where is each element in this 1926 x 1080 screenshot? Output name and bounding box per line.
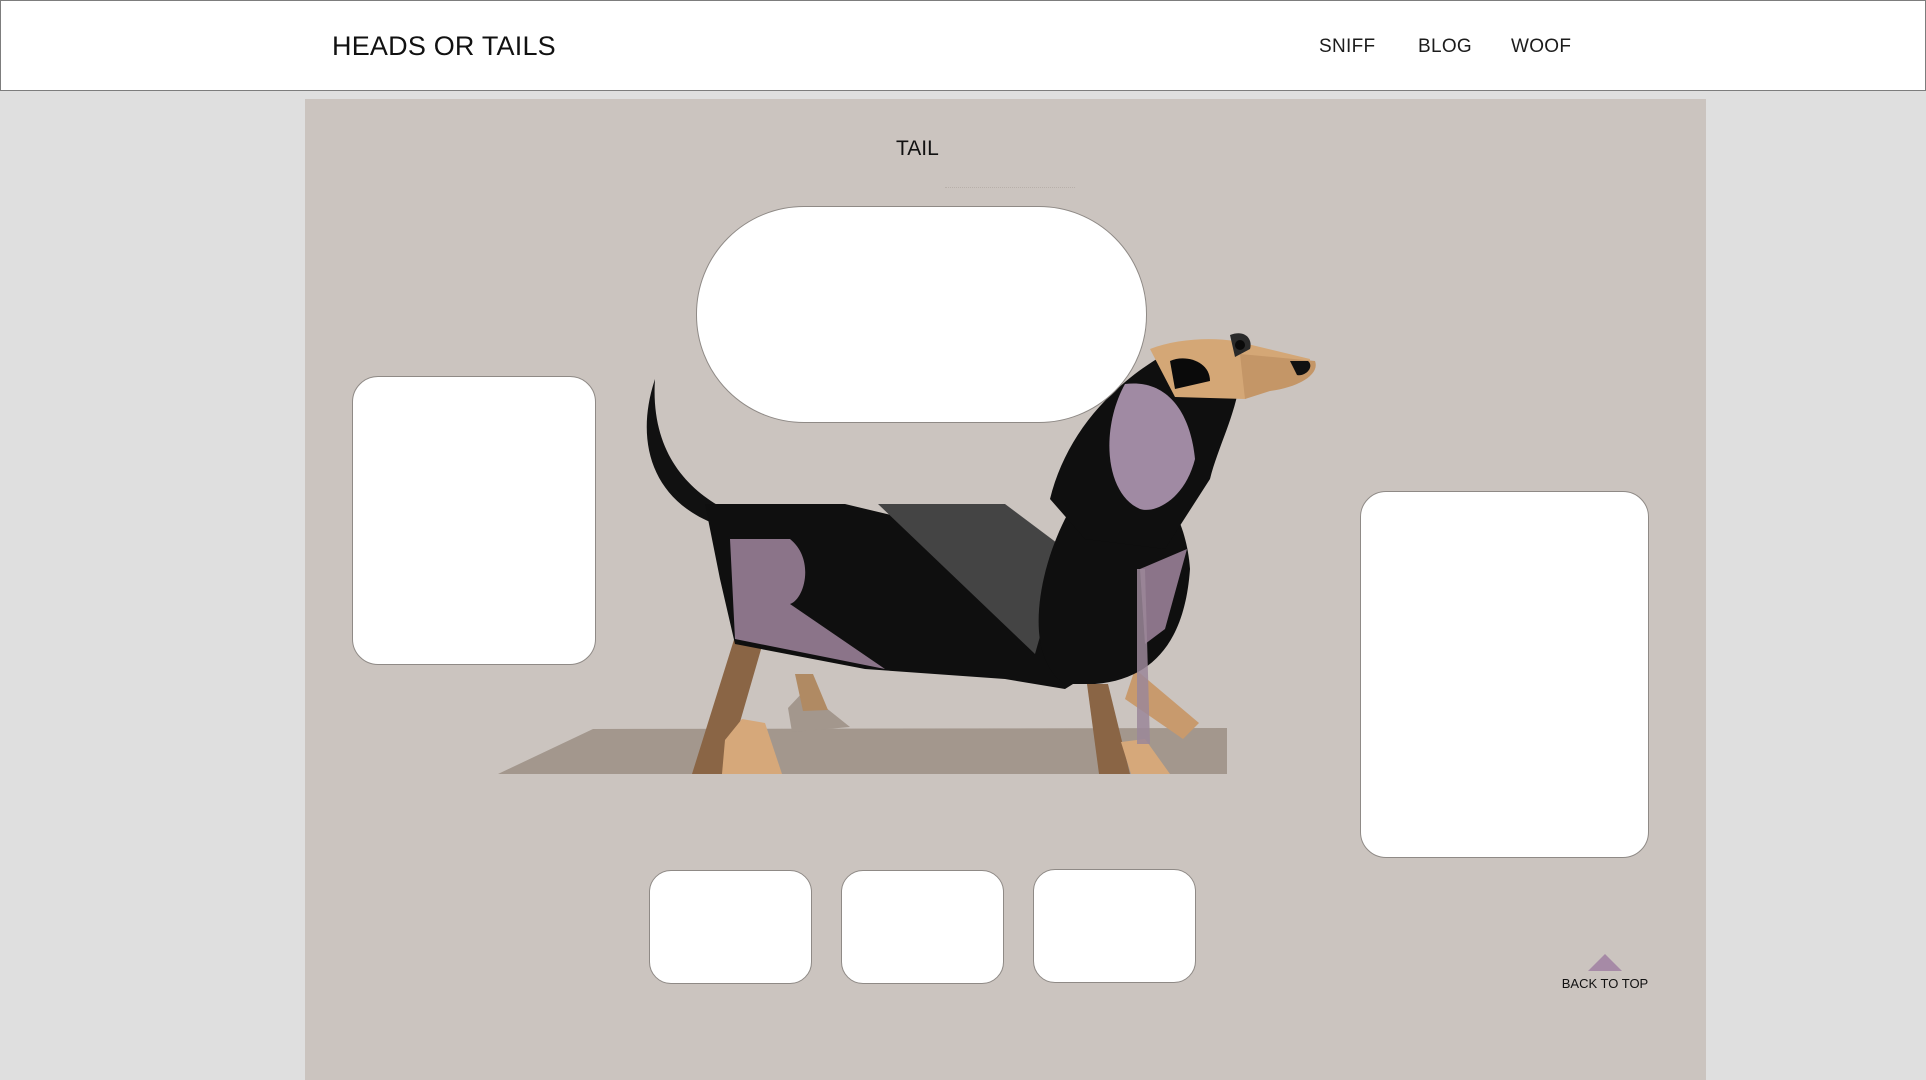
tail-section: TAIL BACK TO TOP bbox=[305, 99, 1706, 1080]
nav-sniff[interactable]: SNIFF bbox=[1319, 36, 1375, 58]
right-card[interactable] bbox=[1360, 491, 1649, 858]
oval-card[interactable] bbox=[696, 206, 1147, 423]
left-card[interactable] bbox=[352, 376, 596, 665]
title-divider bbox=[945, 187, 1075, 188]
back-to-top-label: BACK TO TOP bbox=[1561, 976, 1649, 991]
small-card-3[interactable] bbox=[1033, 869, 1196, 983]
small-card-1[interactable] bbox=[649, 870, 812, 984]
small-card-2[interactable] bbox=[841, 870, 1004, 984]
nav-woof[interactable]: WOOF bbox=[1511, 36, 1571, 58]
back-to-top-button[interactable]: BACK TO TOP bbox=[1555, 954, 1655, 991]
site-logo[interactable]: HEADS OR TAILS bbox=[332, 31, 556, 62]
nav-blog[interactable]: BLOG bbox=[1418, 36, 1472, 58]
site-header: HEADS OR TAILS SNIFF BLOG WOOF bbox=[0, 0, 1926, 91]
section-title: TAIL bbox=[896, 137, 939, 160]
page: HEADS OR TAILS SNIFF BLOG WOOF TAIL BACK… bbox=[0, 0, 1926, 1080]
triangle-up-icon bbox=[1588, 954, 1622, 971]
